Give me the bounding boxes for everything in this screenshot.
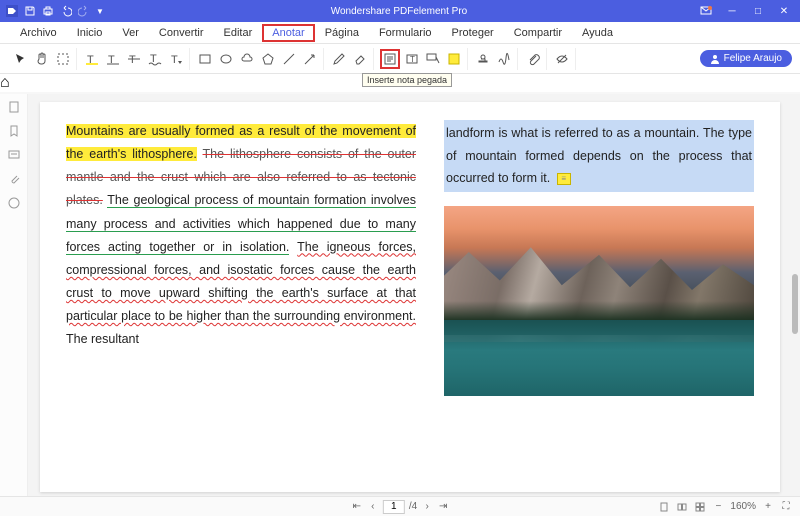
left-column: Mountains are usually formed as a result… bbox=[66, 120, 416, 474]
menu-pagina[interactable]: Página bbox=[315, 24, 369, 42]
bookmarks-icon[interactable] bbox=[7, 124, 21, 138]
menu-bar: Archivo Inicio Ver Convertir Editar Anot… bbox=[0, 22, 800, 44]
tooltip: Inserte nota pegada bbox=[362, 73, 452, 87]
hide-icon[interactable] bbox=[553, 50, 571, 68]
signature-icon[interactable] bbox=[495, 50, 513, 68]
maximize-icon[interactable]: □ bbox=[746, 0, 770, 22]
app-title: Wondershare PDFelement Pro bbox=[104, 6, 694, 17]
menu-inicio[interactable]: Inicio bbox=[67, 24, 113, 42]
menu-proteger[interactable]: Proteger bbox=[442, 24, 504, 42]
redo-icon[interactable] bbox=[78, 5, 90, 17]
annotations-icon[interactable] bbox=[7, 148, 21, 162]
svg-text:T: T bbox=[171, 54, 178, 66]
menu-anotar[interactable]: Anotar bbox=[262, 24, 314, 42]
zoom-in-icon[interactable]: + bbox=[762, 501, 774, 513]
view-facing-icon[interactable] bbox=[676, 501, 688, 513]
document-viewport[interactable]: Mountains are usually formed as a result… bbox=[28, 94, 790, 496]
sticky-note-icon[interactable]: Inserte nota pegada bbox=[380, 49, 400, 69]
last-page-icon[interactable]: ⇥ bbox=[437, 501, 449, 513]
menu-formulario[interactable]: Formulario bbox=[369, 24, 442, 42]
pointer-icon[interactable] bbox=[12, 50, 30, 68]
scrollbar-thumb[interactable] bbox=[792, 274, 798, 334]
menu-archivo[interactable]: Archivo bbox=[10, 24, 67, 42]
plain-text: The resultant bbox=[66, 332, 139, 346]
save-icon[interactable] bbox=[24, 5, 36, 17]
comments-icon[interactable] bbox=[7, 196, 21, 210]
scrollbar[interactable] bbox=[790, 94, 800, 496]
mountain-image bbox=[444, 206, 754, 396]
sticky-note-marker[interactable]: ≡ bbox=[557, 173, 571, 185]
thumbnails-icon[interactable] bbox=[7, 100, 21, 114]
work-area: Mountains are usually formed as a result… bbox=[0, 94, 800, 496]
prev-page-icon[interactable]: ‹ bbox=[367, 501, 379, 513]
menu-ver[interactable]: Ver bbox=[112, 24, 149, 42]
right-column: landform is what is referred to as a mou… bbox=[444, 120, 754, 474]
area-highlight-icon[interactable] bbox=[445, 50, 463, 68]
line-icon[interactable] bbox=[280, 50, 298, 68]
zoom-out-icon[interactable]: − bbox=[712, 501, 724, 513]
stamp-icon[interactable] bbox=[474, 50, 492, 68]
user-name: Felipe Araujo bbox=[724, 53, 782, 64]
fullscreen-icon[interactable]: ⛶ bbox=[780, 501, 792, 513]
svg-text:T: T bbox=[129, 54, 136, 66]
zoom-level: 160% bbox=[730, 501, 756, 512]
textbox-icon[interactable]: T bbox=[403, 50, 421, 68]
oval-icon[interactable] bbox=[217, 50, 235, 68]
underline-icon[interactable]: T bbox=[104, 50, 122, 68]
pencil-icon[interactable] bbox=[330, 50, 348, 68]
user-badge[interactable]: Felipe Araujo bbox=[700, 50, 792, 67]
annotation-toolbar: T T T T T Inserte nota pegada T Feli bbox=[0, 44, 800, 74]
status-bar: ⇤ ‹ /4 › ⇥ − 160% + ⛶ bbox=[0, 496, 800, 516]
cloud-icon[interactable] bbox=[238, 50, 256, 68]
undo-icon[interactable] bbox=[60, 5, 72, 17]
area-highlight-box[interactable]: landform is what is referred to as a mou… bbox=[444, 120, 754, 192]
menu-compartir[interactable]: Compartir bbox=[504, 24, 572, 42]
squiggly-icon[interactable]: T bbox=[146, 50, 164, 68]
left-sidebar bbox=[0, 94, 28, 496]
print-icon[interactable] bbox=[42, 5, 54, 17]
strikethrough-icon[interactable]: T bbox=[125, 50, 143, 68]
arrow-icon[interactable] bbox=[301, 50, 319, 68]
page-input[interactable] bbox=[383, 500, 405, 514]
title-bar: ▼ Wondershare PDFelement Pro ─ □ ✕ bbox=[0, 0, 800, 22]
page-total: /4 bbox=[409, 501, 417, 512]
home-icon[interactable]: ⌂ bbox=[0, 74, 10, 91]
minimize-icon[interactable]: ─ bbox=[720, 0, 744, 22]
highlight-icon[interactable]: T bbox=[83, 50, 101, 68]
bluebox-text: landform is what is referred to as a mou… bbox=[446, 126, 752, 185]
view-continuous-icon[interactable] bbox=[694, 501, 706, 513]
page: Mountains are usually formed as a result… bbox=[40, 102, 780, 492]
notification-icon[interactable] bbox=[694, 0, 718, 22]
select-icon[interactable] bbox=[54, 50, 72, 68]
svg-text:T: T bbox=[410, 55, 415, 64]
dropdown-icon[interactable]: ▼ bbox=[96, 7, 104, 16]
view-single-icon[interactable] bbox=[658, 501, 670, 513]
next-page-icon[interactable]: › bbox=[421, 501, 433, 513]
app-logo-icon bbox=[6, 5, 18, 17]
menu-editar[interactable]: Editar bbox=[214, 24, 263, 42]
attachment-icon[interactable] bbox=[524, 50, 542, 68]
first-page-icon[interactable]: ⇤ bbox=[351, 501, 363, 513]
caret-icon[interactable]: T bbox=[167, 50, 185, 68]
polygon-icon[interactable] bbox=[259, 50, 277, 68]
rectangle-icon[interactable] bbox=[196, 50, 214, 68]
callout-icon[interactable] bbox=[424, 50, 442, 68]
attachments-panel-icon[interactable] bbox=[7, 172, 21, 186]
eraser-icon[interactable] bbox=[351, 50, 369, 68]
hand-icon[interactable] bbox=[33, 50, 51, 68]
menu-ayuda[interactable]: Ayuda bbox=[572, 24, 623, 42]
menu-convertir[interactable]: Convertir bbox=[149, 24, 214, 42]
close-icon[interactable]: ✕ bbox=[772, 0, 796, 22]
